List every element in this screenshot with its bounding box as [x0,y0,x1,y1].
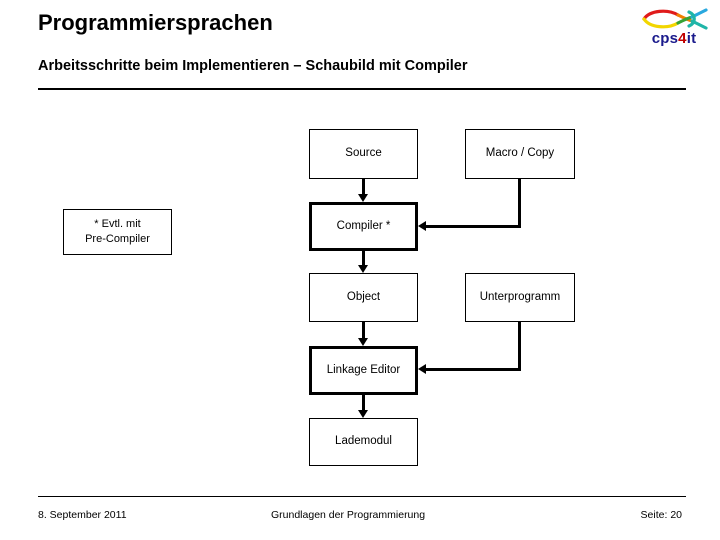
footer-date: 8. September 2011 [38,509,127,521]
edge-linkage-editor-to-lademodul [362,395,365,410]
diagram-node-label: Source [345,147,382,160]
diagram-node-label: Unterprogramm [479,290,561,303]
diagram-node-label: Compiler * [336,219,391,232]
compiler-workflow-diagram: Source Macro / Copy Compiler * Object Un… [0,0,720,540]
diagram-node-label: Lademodul [335,435,392,448]
diagram-node-label: Macro / Copy [485,147,555,160]
edge-object-to-linkage-editor [362,322,365,339]
footer-divider [38,496,686,497]
arrowhead-down-icon [358,338,368,346]
arrowhead-down-icon [358,265,368,273]
diagram-node-unterprogramm: Unterprogramm [465,273,575,322]
diagram-node-compiler: Compiler * [309,202,418,251]
footer-course-title: Grundlagen der Programmierung [271,509,426,521]
footer-page-number: Seite: 20 [640,509,682,521]
diagram-note-precompiler: * Evtl. mit Pre-Compiler [63,209,172,255]
diagram-node-lademodul: Lademodul [309,418,418,466]
arrowhead-down-icon [358,194,368,202]
arrowhead-left-icon [418,221,426,231]
arrowhead-down-icon [358,410,368,418]
edge-macrocopy-to-compiler-horizontal [426,225,521,228]
diagram-node-label: Linkage Editor [326,363,401,376]
arrowhead-left-icon [418,364,426,374]
diagram-node-label: Object [346,290,381,303]
edge-compiler-to-object [362,251,365,266]
diagram-node-source: Source [309,129,418,179]
diagram-note-line-2: Pre-Compiler [85,233,150,245]
diagram-node-object: Object [309,273,418,322]
edge-unterprogramm-to-linkage-vertical [518,322,521,371]
edge-macrocopy-to-compiler-vertical [518,179,521,228]
edge-unterprogramm-to-linkage-horizontal [426,368,521,371]
diagram-node-macro-copy: Macro / Copy [465,129,575,179]
diagram-node-linkage-editor: Linkage Editor [309,346,418,395]
diagram-note-line-1: * Evtl. mit [94,218,141,231]
